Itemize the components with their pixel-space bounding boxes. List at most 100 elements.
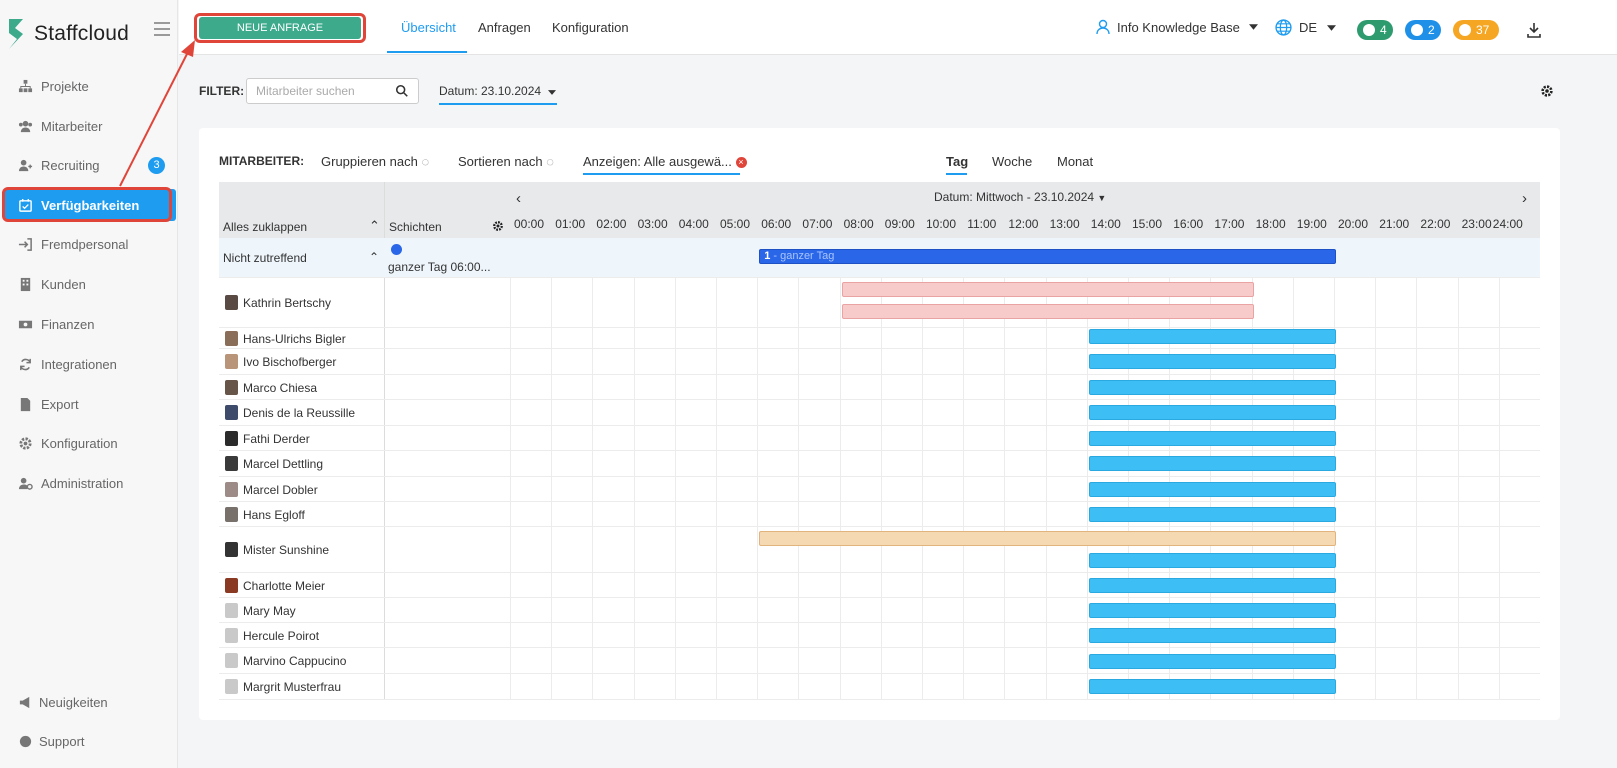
messages-counter[interactable]: 4 bbox=[1357, 20, 1393, 40]
notifications-count: 2 bbox=[1428, 23, 1435, 37]
employee-name[interactable]: Marco Chiesa bbox=[243, 381, 317, 395]
employee-row[interactable]: Hans-Ulrichs Bigler bbox=[219, 328, 1540, 349]
view-tab-woche[interactable]: Woche bbox=[992, 154, 1032, 169]
employee-name[interactable]: Margrit Musterfrau bbox=[243, 680, 341, 694]
staffcloud-logo[interactable]: Staffcloud bbox=[6, 16, 129, 52]
view-tab-tag[interactable]: Tag bbox=[946, 154, 968, 169]
users-icon bbox=[18, 120, 33, 132]
employee-row[interactable]: Ivo Bischofberger bbox=[219, 349, 1540, 375]
collapse-all-button[interactable]: Alles zuklappen ⌃ bbox=[223, 218, 380, 234]
sidebar-item-integrationen[interactable]: Integrationen bbox=[0, 348, 178, 380]
employee-row[interactable]: Fathi Derder bbox=[219, 426, 1540, 451]
next-day-button[interactable]: › bbox=[1522, 190, 1527, 207]
availability-bar[interactable] bbox=[1088, 354, 1336, 369]
partial-availability-bar[interactable] bbox=[759, 531, 1336, 546]
employee-row[interactable]: Denis de la Reussille bbox=[219, 400, 1540, 426]
user-menu[interactable]: Info Knowledge Base bbox=[1095, 19, 1258, 35]
sidebar-item-fremdpersonal[interactable]: Fremdpersonal bbox=[0, 228, 178, 260]
employee-row[interactable]: Marco Chiesa bbox=[219, 375, 1540, 400]
employee-name[interactable]: Denis de la Reussille bbox=[243, 406, 355, 420]
user-icon bbox=[1096, 19, 1110, 35]
avatar bbox=[225, 330, 238, 346]
shift-label[interactable]: ganzer Tag 06:00... bbox=[388, 260, 491, 274]
money-icon bbox=[18, 320, 33, 328]
previous-day-button[interactable]: ‹ bbox=[516, 190, 521, 207]
hour-label: 07:00 bbox=[802, 217, 833, 231]
notifications-counter[interactable]: 2 bbox=[1405, 20, 1441, 40]
date-filter[interactable]: Datum: 23.10.2024 bbox=[439, 84, 557, 105]
search-icon[interactable] bbox=[395, 84, 409, 98]
sidebar-item-finanzen[interactable]: Finanzen bbox=[0, 308, 178, 340]
download-icon[interactable] bbox=[1526, 22, 1542, 38]
employee-name[interactable]: Mister Sunshine bbox=[243, 543, 329, 557]
show-filter-control[interactable]: Anzeigen: Alle ausgewä... × bbox=[583, 154, 747, 169]
availability-bar[interactable] bbox=[1088, 456, 1336, 471]
language-selector[interactable]: DE bbox=[1275, 19, 1337, 36]
availability-bar[interactable] bbox=[1088, 431, 1336, 446]
tab-anfragen[interactable]: Anfragen bbox=[478, 20, 531, 35]
employee-row[interactable]: Mary May bbox=[219, 598, 1540, 623]
sidebar-item-mitarbeiter[interactable]: Mitarbeiter bbox=[0, 110, 178, 142]
hour-label: 11:00 bbox=[967, 217, 997, 231]
employee-name[interactable]: Mary May bbox=[243, 604, 296, 618]
employee-name[interactable]: Hercule Poirot bbox=[243, 629, 319, 643]
sidebar-item-label: Konfiguration bbox=[41, 435, 118, 451]
clear-filter-icon[interactable]: × bbox=[735, 157, 747, 169]
availability-bar[interactable] bbox=[1088, 628, 1336, 643]
employee-row[interactable]: Marcel Dettling bbox=[219, 451, 1540, 477]
tasks-counter[interactable]: 37 bbox=[1453, 20, 1499, 40]
chevron-up-icon[interactable]: ⌃ bbox=[369, 250, 379, 264]
availability-bar[interactable] bbox=[1088, 578, 1336, 593]
tab-uebersicht[interactable]: Übersicht bbox=[401, 20, 456, 35]
sidebar-item-projekte[interactable]: Projekte bbox=[0, 70, 178, 102]
employee-search-input[interactable] bbox=[247, 79, 387, 103]
employee-row[interactable]: Marvino Cappucino bbox=[219, 648, 1540, 674]
employee-name[interactable]: Marvino Cappucino bbox=[243, 654, 346, 668]
avatar bbox=[225, 354, 238, 369]
employee-name[interactable]: Marcel Dettling bbox=[243, 457, 323, 471]
availability-bar[interactable] bbox=[1088, 679, 1336, 694]
employee-name[interactable]: Hans-Ulrichs Bigler bbox=[243, 332, 346, 346]
employee-name[interactable]: Marcel Dobler bbox=[243, 483, 318, 497]
group-by-control[interactable]: Gruppieren nach ◌ bbox=[321, 154, 429, 169]
employee-name[interactable]: Fathi Derder bbox=[243, 432, 310, 446]
menu-toggle-icon[interactable] bbox=[154, 22, 170, 36]
availability-bar[interactable] bbox=[1088, 405, 1336, 420]
unavailable-bar[interactable] bbox=[841, 304, 1254, 319]
availability-bar[interactable] bbox=[1088, 482, 1336, 497]
availability-bar[interactable] bbox=[1088, 603, 1336, 618]
availability-bar[interactable] bbox=[1088, 380, 1336, 395]
sidebar-item-neuigkeiten[interactable]: Neuigkeiten bbox=[18, 695, 108, 710]
employee-name[interactable]: Hans Egloff bbox=[243, 508, 305, 522]
hour-label: 22:00 bbox=[1420, 217, 1451, 231]
sort-by-control[interactable]: Sortieren nach ◌ bbox=[458, 154, 554, 169]
sidebar-item-export[interactable]: Export bbox=[0, 388, 178, 420]
settings-gear-icon[interactable] bbox=[1540, 84, 1554, 98]
availability-bar[interactable] bbox=[1088, 329, 1336, 344]
availability-bar[interactable] bbox=[1088, 654, 1336, 669]
employee-row[interactable]: Margrit Musterfrau bbox=[219, 674, 1540, 700]
tasks-count: 37 bbox=[1476, 23, 1490, 37]
availability-bar[interactable] bbox=[1088, 507, 1336, 522]
logo-icon bbox=[9, 19, 23, 49]
employee-row[interactable]: Hercule Poirot bbox=[219, 623, 1540, 648]
sidebar-item-kunden[interactable]: Kunden bbox=[0, 268, 178, 300]
sidebar-item-konfiguration[interactable]: Konfiguration bbox=[0, 427, 178, 459]
sidebar-item-support[interactable]: Support bbox=[18, 734, 85, 749]
user-plus-icon bbox=[18, 159, 33, 171]
sidebar-item-recruiting[interactable]: Recruiting 3 bbox=[0, 149, 178, 181]
employee-row[interactable]: Marcel Dobler bbox=[219, 477, 1540, 502]
employee-row[interactable]: Charlotte Meier bbox=[219, 573, 1540, 598]
view-tab-monat[interactable]: Monat bbox=[1057, 154, 1093, 169]
employee-name[interactable]: Kathrin Bertschy bbox=[243, 296, 331, 310]
employee-row[interactable]: Hans Egloff bbox=[219, 502, 1540, 527]
employee-name[interactable]: Ivo Bischofberger bbox=[243, 355, 336, 369]
sidebar-item-administration[interactable]: Administration bbox=[0, 467, 178, 499]
unassigned-shift-bar[interactable]: 1 - ganzer Tag bbox=[759, 249, 1336, 264]
unavailable-bar[interactable] bbox=[841, 282, 1254, 297]
availability-bar[interactable] bbox=[1088, 553, 1336, 568]
employee-name[interactable]: Charlotte Meier bbox=[243, 579, 325, 593]
grid-date-header[interactable]: Datum: Mittwoch - 23.10.2024 ▼ bbox=[934, 190, 1106, 204]
shifts-settings-gear-icon[interactable] bbox=[492, 220, 504, 232]
tab-konfiguration[interactable]: Konfiguration bbox=[552, 20, 629, 35]
